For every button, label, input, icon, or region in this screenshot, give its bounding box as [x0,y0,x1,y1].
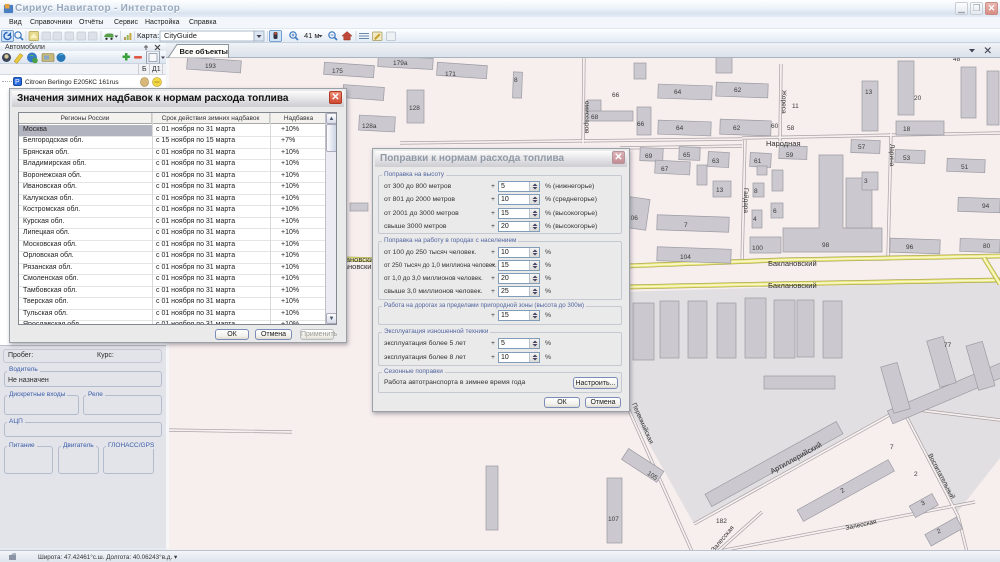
svg-text:20: 20 [914,95,922,102]
svg-text:100: 100 [752,245,763,252]
svg-text:57: 57 [858,144,866,151]
svg-text:7: 7 [890,444,894,451]
svg-text:6: 6 [773,208,777,215]
svg-text:63: 63 [712,158,720,165]
svg-text:98: 98 [822,242,830,249]
svg-text:179а: 179а [393,60,408,67]
svg-text:13: 13 [716,187,724,194]
svg-text:67: 67 [661,166,669,173]
svg-text:P: P [15,79,20,86]
svg-text:8: 8 [754,188,758,195]
svg-text:104: 104 [680,254,691,261]
svg-text:62: 62 [734,87,742,94]
svg-text:Народная: Народная [766,139,801,148]
svg-text:Карта:: Карта: [137,31,159,40]
svg-text:Ларина: Ларина [888,144,895,167]
svg-text:Гайдара: Гайдара [742,188,750,213]
svg-text:96: 96 [906,244,914,251]
svg-text:41 м: 41 м [304,31,320,40]
svg-text:77: 77 [944,342,952,349]
svg-text:2: 2 [914,471,918,478]
svg-text:128а: 128а [362,123,377,130]
svg-text:171: 171 [445,71,456,78]
svg-text:175: 175 [332,68,343,75]
svg-text:51: 51 [961,164,969,171]
svg-text:4: 4 [753,216,757,223]
svg-text:Все объекты: Все объекты [180,47,228,56]
svg-text:64: 64 [676,125,684,132]
svg-text:107: 107 [608,516,619,523]
svg-text:193: 193 [205,63,216,70]
svg-text:64: 64 [674,89,682,96]
svg-text:62: 62 [733,125,741,132]
svg-text:8: 8 [514,77,518,84]
svg-text:60: 60 [771,123,779,130]
svg-text:3: 3 [864,178,868,185]
svg-text:68: 68 [591,114,599,121]
svg-text:11: 11 [792,103,799,110]
svg-text:182: 182 [716,518,727,525]
svg-text:61: 61 [754,158,762,165]
svg-text:59: 59 [786,152,794,159]
svg-text:13: 13 [865,89,873,96]
svg-text:48: 48 [953,58,961,63]
svg-text:Баклановский: Баклановский [768,281,817,290]
svg-text:65: 65 [683,152,691,159]
svg-text:80: 80 [983,243,991,250]
svg-text:58: 58 [787,125,795,132]
svg-text:66: 66 [637,121,645,128]
svg-text:7: 7 [684,222,688,229]
svg-text:CityGuide: CityGuide [164,31,197,40]
svg-text:Жореса: Жореса [780,90,787,114]
svg-text:128: 128 [409,105,420,112]
svg-text:Баклановский: Баклановский [768,259,817,268]
svg-text:69: 69 [645,153,653,160]
svg-text:омиссаров: омиссаров [583,101,590,134]
svg-text:94: 94 [982,203,990,210]
svg-text:53: 53 [903,155,911,162]
svg-text:66: 66 [612,92,620,99]
svg-text:18: 18 [903,126,911,133]
